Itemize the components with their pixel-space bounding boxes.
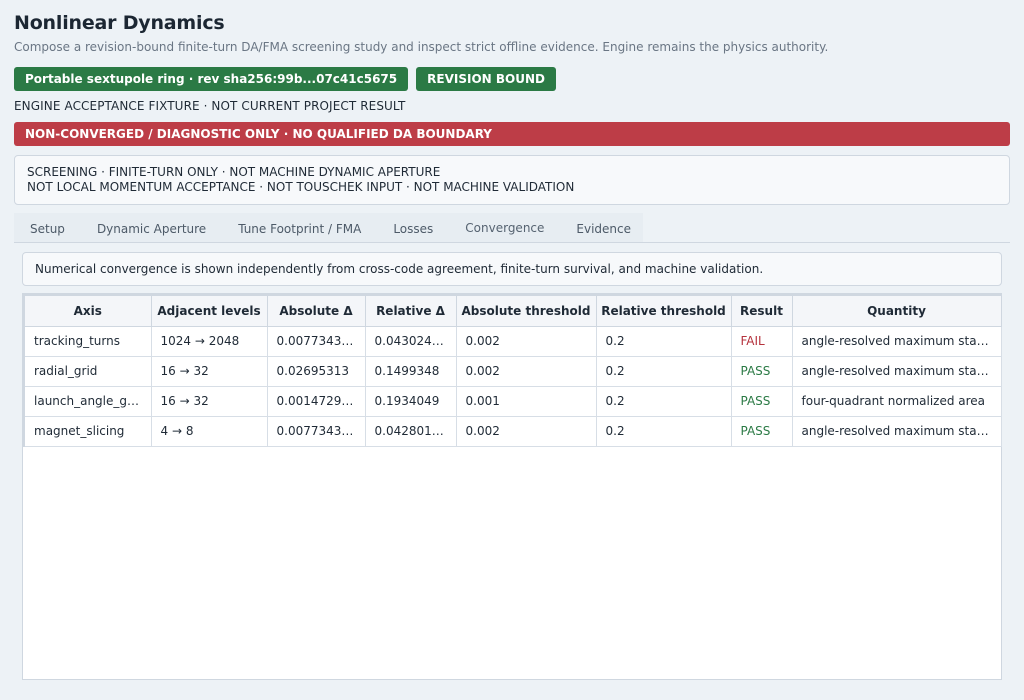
column-header-quantity: Quantity (791, 294, 1002, 327)
cell-axis: magnet_slicing (23, 415, 152, 447)
table-row: tracking_turns 1024 → 2048 0.007734375 0.04… (23, 325, 1002, 357)
cell-abs-delta: 0.007734375 (266, 325, 366, 357)
revision-bound-badge: REVISION BOUND (416, 67, 556, 91)
cell-rel-delta: 0.04302477 (364, 325, 457, 357)
table-row: launch_angle_grid 16 → 32 0.001472952 0.193… (23, 385, 1002, 417)
cell-levels: 16 → 32 (150, 385, 268, 417)
cell-quantity: angle-resolved maximum stable radius (791, 325, 1002, 357)
cell-abs-delta: 0.02695313 (266, 355, 366, 387)
cell-result: PASS (730, 385, 793, 417)
scope-line-2: NOT LOCAL MOMENTUM ACCEPTANCE · NOT TOUS… (27, 180, 575, 194)
tab-evidence[interactable]: Evidence (560, 213, 647, 242)
cell-rel-thr: 0.2 (595, 325, 732, 357)
cell-abs-thr: 0.001 (455, 385, 597, 417)
page-subtitle: Compose a revision-bound finite-turn DA/… (14, 40, 829, 54)
cell-quantity: angle-resolved maximum stable radius (791, 355, 1002, 387)
table-header-row: Axis Adjacent levels Absolute Δ Relative ΔA… (23, 294, 1002, 327)
tab-setup[interactable]: Setup (14, 213, 81, 242)
table-body: tracking_turns 1024 → 2048 0.007734375 0.04… (23, 325, 1002, 447)
tab-convergence[interactable]: Convergence (449, 213, 561, 242)
column-header-absolute: Absolute Δ (266, 294, 366, 327)
table-row: radial_grid 16 → 32 0.02695313 0.1499348 0.0… (23, 355, 1002, 387)
scope-line-1: SCREENING · FINITE-TURN ONLY · NOT MACHI… (27, 165, 441, 179)
cell-rel-thr: 0.2 (595, 415, 732, 447)
cell-rel-thr: 0.2 (595, 385, 732, 417)
fixture-notice: ENGINE ACCEPTANCE FIXTURE · NOT CURRENT … (14, 99, 406, 113)
cell-levels: 16 → 32 (150, 355, 268, 387)
cell-axis: radial_grid (23, 355, 152, 387)
cell-levels: 1024 → 2048 (150, 325, 268, 357)
cell-result: PASS (730, 355, 793, 387)
cell-rel-delta: 0.04280156 (364, 415, 457, 447)
cell-result: FAIL (730, 325, 793, 357)
cell-abs-thr: 0.002 (455, 325, 597, 357)
convergence-table: Axis Adjacent levels Absolute Δ Relative ΔA… (23, 294, 1002, 447)
cell-abs-delta: 0.007734375 (266, 415, 366, 447)
column-header-adjacent-levels: Adjacent levels (150, 294, 268, 327)
column-header-result: Result (730, 294, 793, 327)
cell-levels: 4 → 8 (150, 415, 268, 447)
cell-abs-thr: 0.002 (455, 415, 597, 447)
cell-rel-delta: 0.1934049 (364, 385, 457, 417)
cell-rel-thr: 0.2 (595, 355, 732, 387)
cell-abs-thr: 0.002 (455, 355, 597, 387)
status-badges: Portable sextupole ring · rev sha256:99b… (14, 67, 556, 91)
cell-result: PASS (730, 415, 793, 447)
column-header-relative-threshold: Relative threshold (595, 294, 732, 327)
column-header-axis: Axis (23, 294, 152, 327)
model-revision-badge: Portable sextupole ring · rev sha256:99b… (14, 67, 409, 91)
table-row: magnet_slicing 4 → 8 0.007734375 0.04280156… (23, 415, 1002, 447)
cell-abs-delta: 0.001472952 (266, 385, 366, 417)
cell-quantity: four-quadrant normalized area (791, 385, 1002, 417)
cell-quantity: angle-resolved maximum stable radius (791, 415, 1002, 447)
tab-dynamic-aperture[interactable]: Dynamic Aperture (81, 213, 222, 242)
cell-axis: tracking_turns (23, 325, 152, 357)
convergence-panel: Numerical convergence is shown independe… (22, 252, 1002, 680)
tab-strip: Setup Dynamic Aperture Tune Footprint / FM… (14, 213, 643, 242)
convergence-note: Numerical convergence is shown independe… (22, 252, 1002, 286)
scope-disclaimer-box: SCREENING · FINITE-TURN ONLY · NOT MACHI… (14, 155, 1010, 205)
tab-losses[interactable]: Losses (377, 213, 449, 242)
column-header-absolute-threshold: Absolute threshold (455, 294, 597, 327)
cell-axis: launch_angle_grid (23, 385, 152, 417)
tab-bar: Setup Dynamic Aperture Tune Footprint / FM… (14, 213, 1010, 243)
page-title: Nonlinear Dynamics (14, 12, 225, 34)
column-header-relative: Relative Δ (364, 294, 457, 327)
cell-rel-delta: 0.1499348 (364, 355, 457, 387)
convergence-alert-banner: NON-CONVERGED / DIAGNOSTIC ONLY · NO QUA… (14, 122, 1010, 146)
tab-tune-footprint-fma[interactable]: Tune Footprint / FMA (222, 213, 377, 242)
convergence-table-container[interactable]: Axis Adjacent levels Absolute Δ Relative ΔA… (22, 293, 1002, 680)
